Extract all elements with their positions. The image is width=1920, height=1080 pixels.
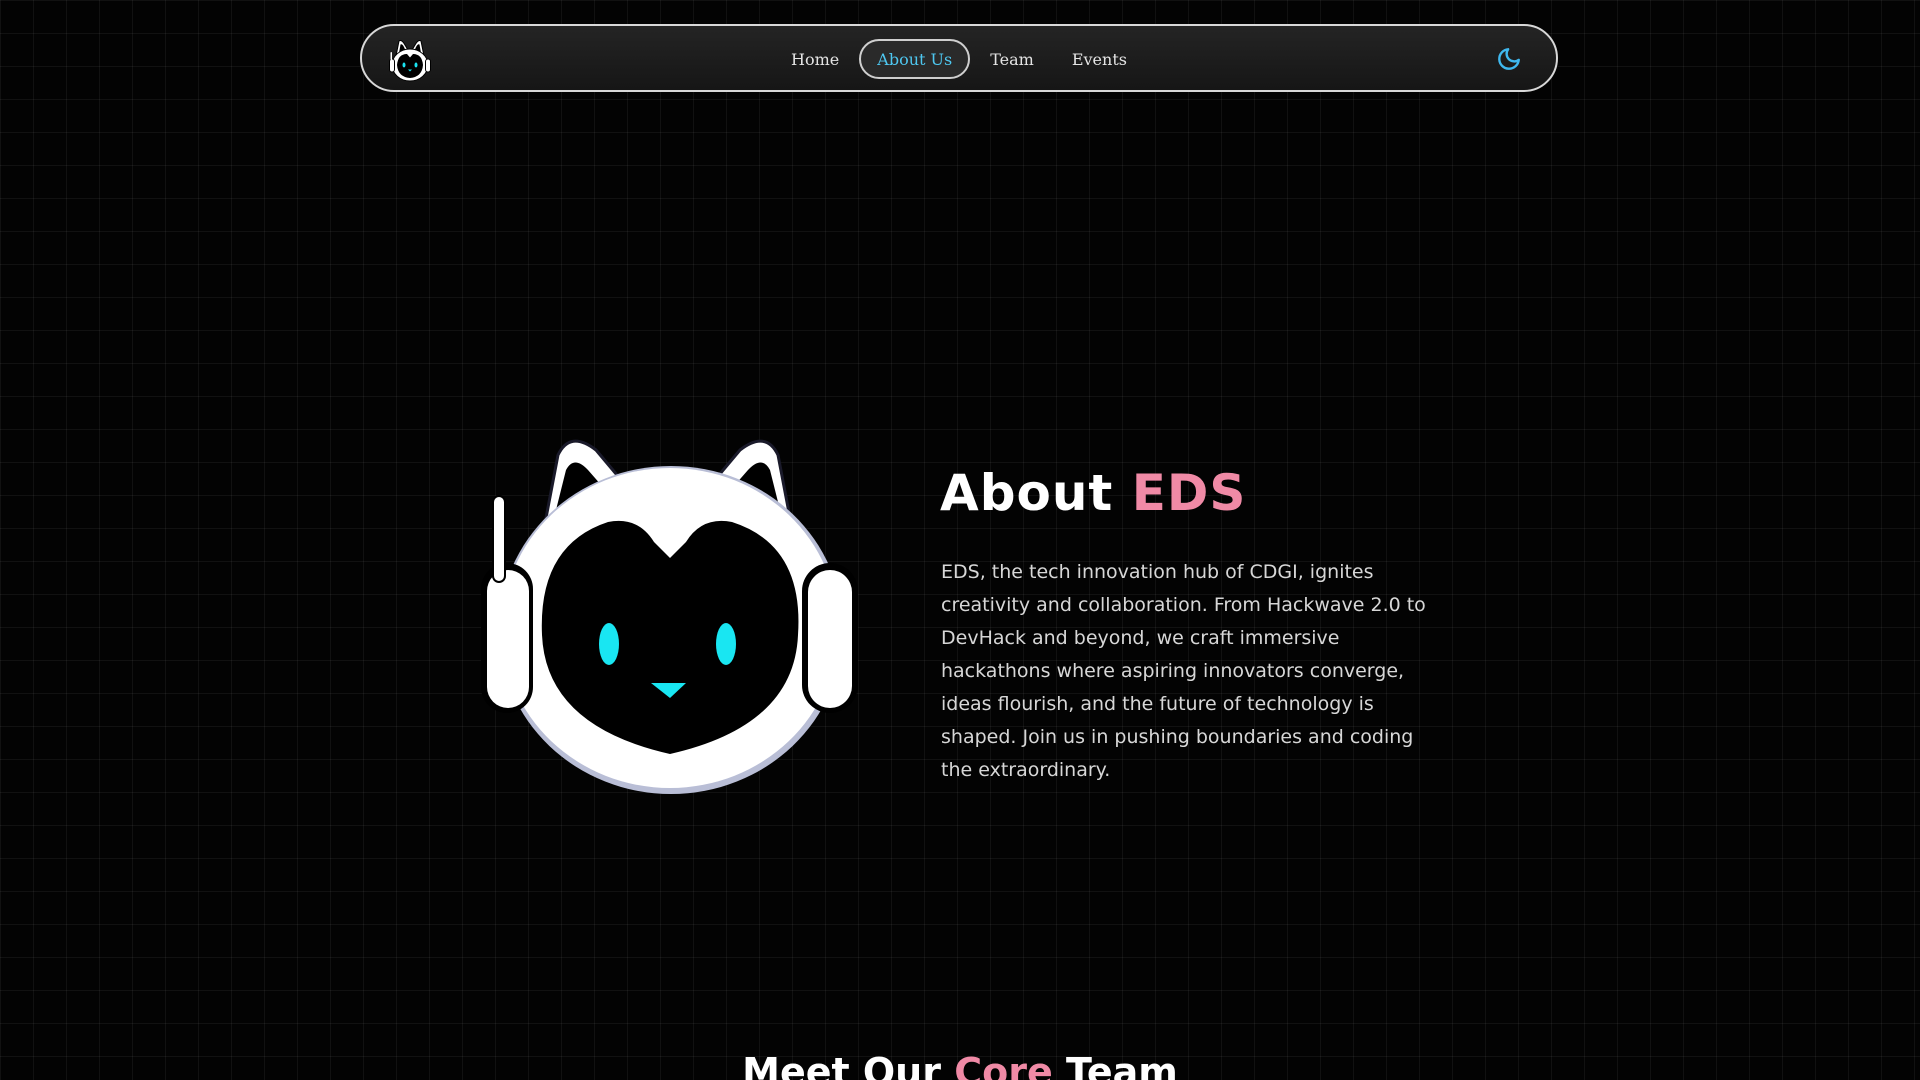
about-title: About EDS (940, 464, 1246, 522)
nav-link-events[interactable]: Events (1054, 39, 1145, 79)
nav-links: Home About Us Team Events (362, 39, 1556, 79)
moon-icon[interactable] (1496, 46, 1522, 72)
team-title-prefix: Meet Our (742, 1050, 955, 1080)
about-title-prefix: About (940, 464, 1132, 522)
navbar: Home About Us Team Events (360, 24, 1558, 92)
nav-link-about-us[interactable]: About Us (859, 39, 971, 79)
team-title-accent: Core (954, 1050, 1053, 1080)
nav-link-home[interactable]: Home (773, 39, 857, 79)
team-title-suffix: Team (1052, 1050, 1178, 1080)
mascot-icon (478, 430, 864, 796)
nav-link-team[interactable]: Team (972, 39, 1052, 79)
about-title-accent: EDS (1131, 464, 1247, 522)
team-section-title: Meet Our Core Team (0, 1050, 1920, 1080)
about-description: EDS, the tech innovation hub of CDGI, ig… (941, 561, 1426, 781)
